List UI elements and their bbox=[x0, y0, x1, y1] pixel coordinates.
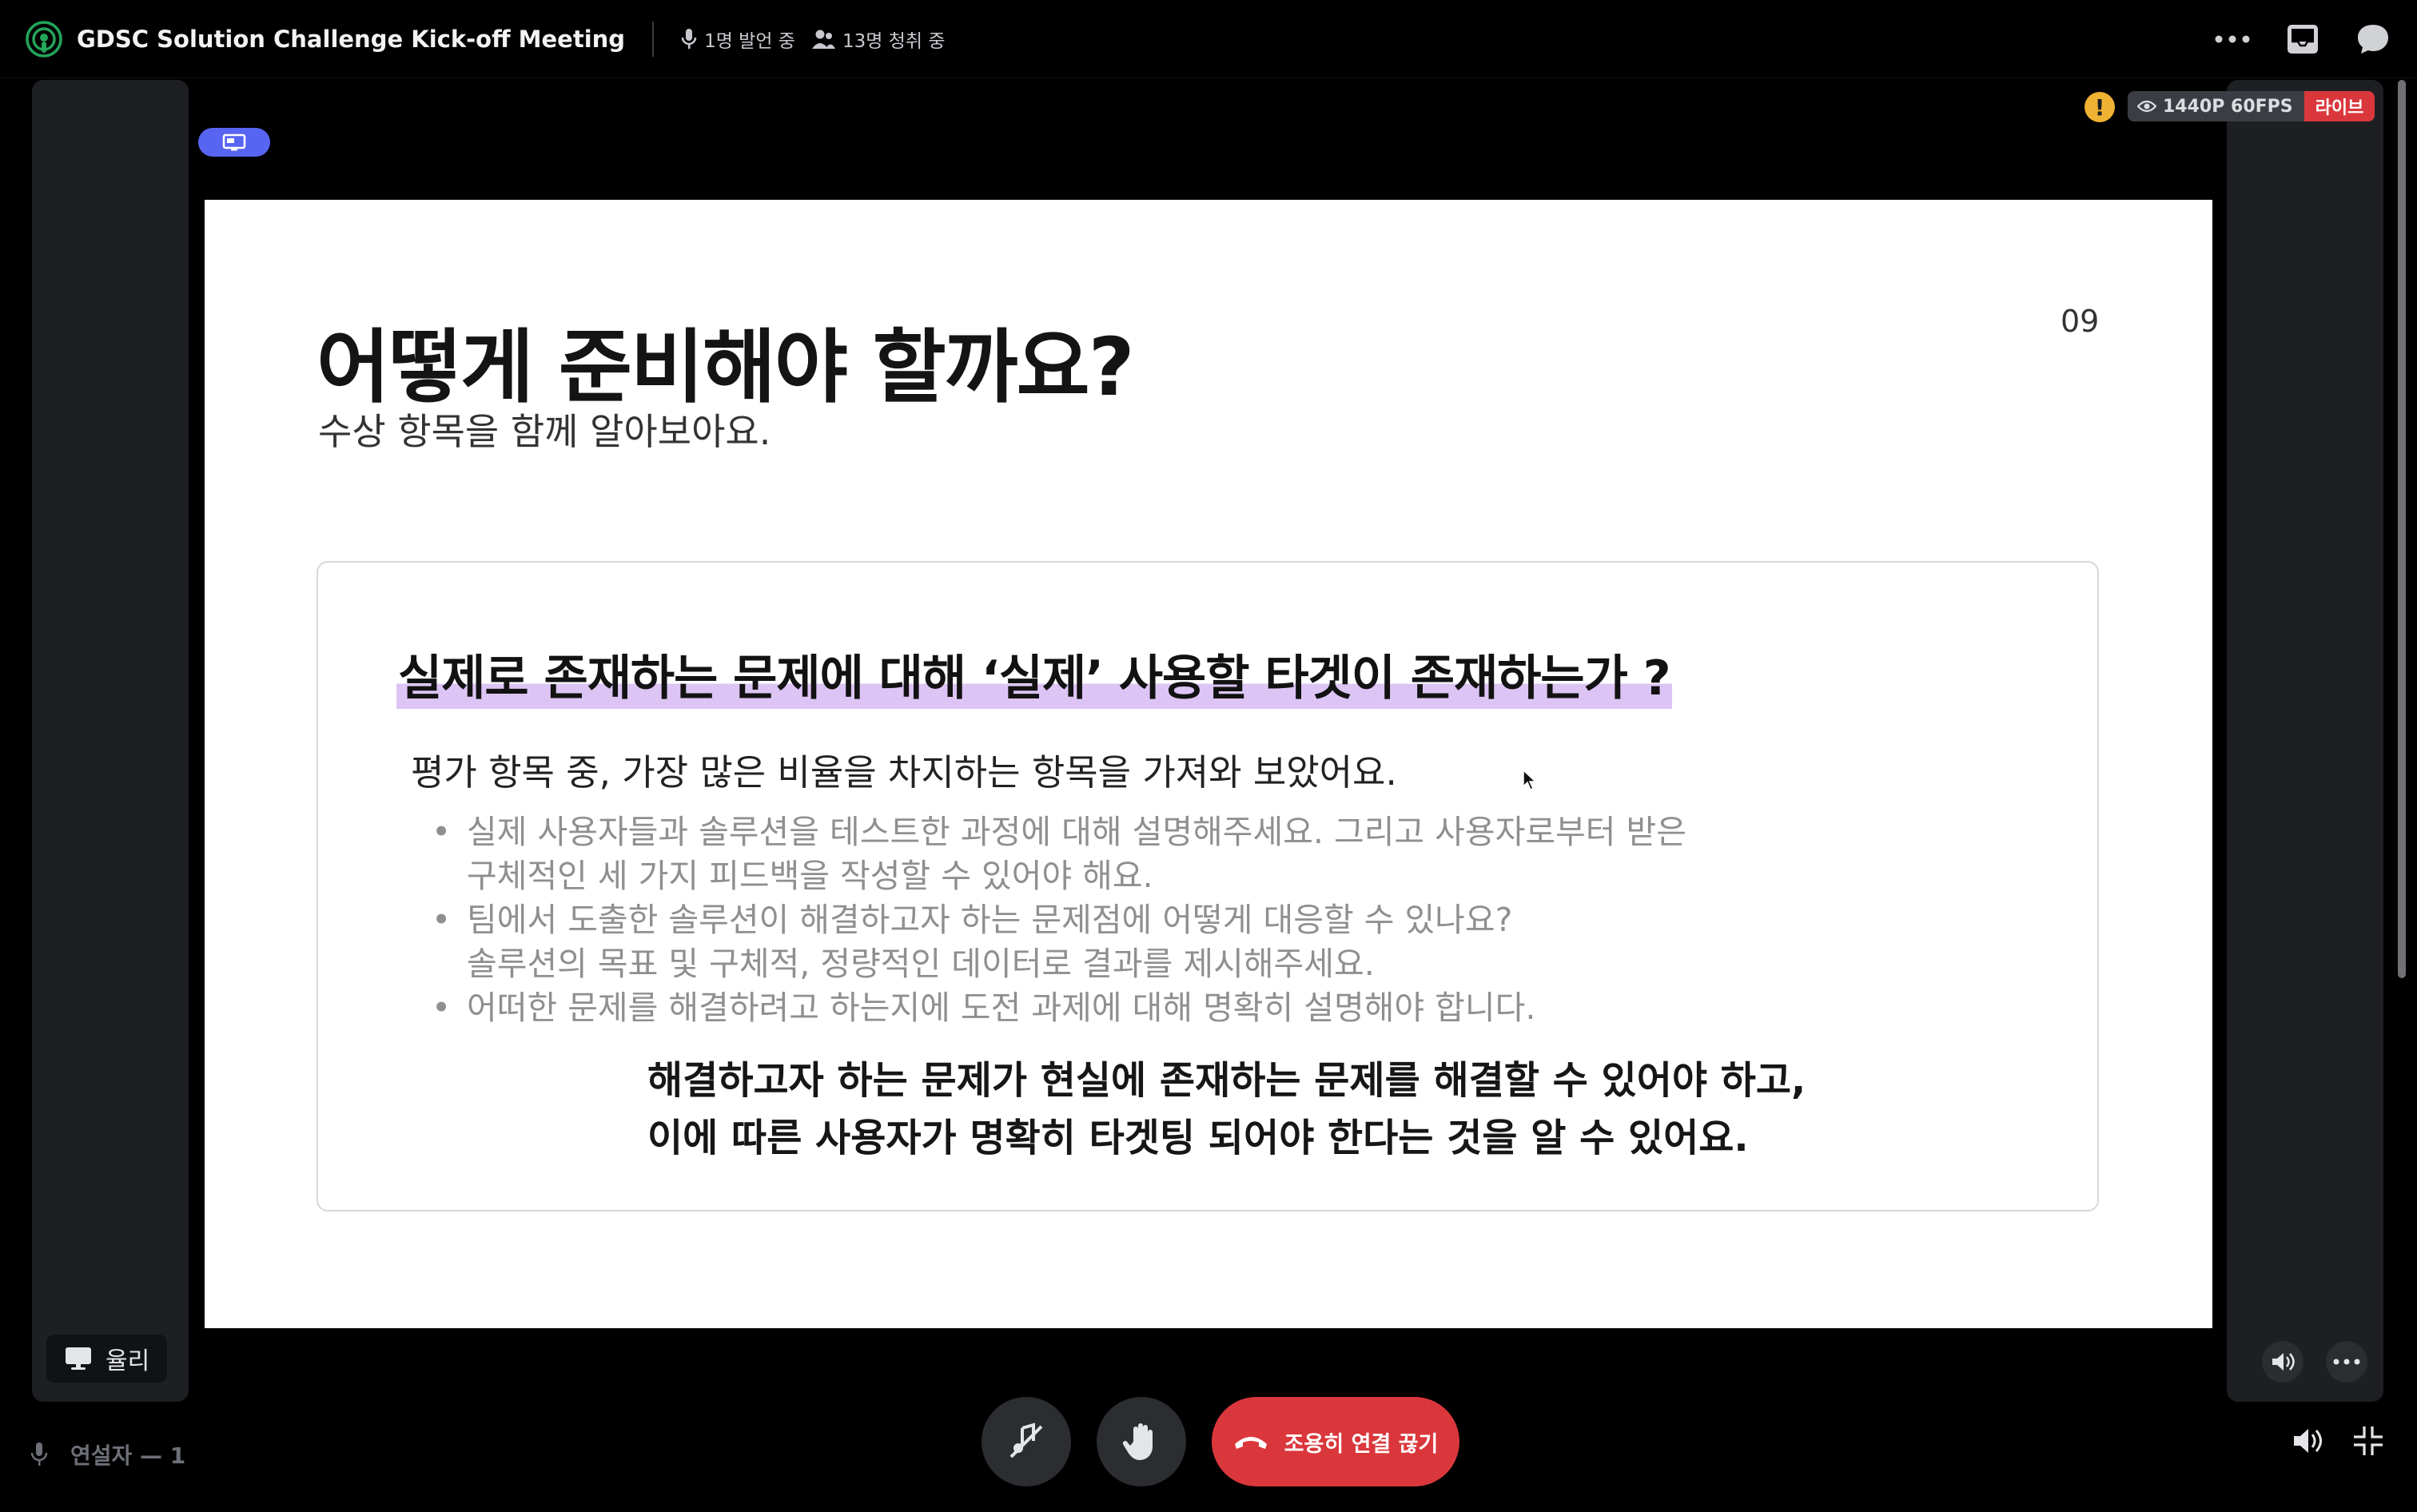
stream-more-button[interactable] bbox=[2326, 1341, 2367, 1383]
leave-quietly-button[interactable]: 조용히 연결 끊기 bbox=[1212, 1397, 1459, 1486]
microphone-icon bbox=[681, 28, 697, 49]
conclusion-text: 해결하고자 하는 문제가 현실에 존재하는 문제를 해결할 수 있어야 하고, … bbox=[647, 1052, 1806, 1167]
highlighted-question: 실제로 존재하는 문제에 대해 ‘실제’ 사용할 타겟이 존재하는가 ? bbox=[396, 639, 1672, 709]
criteria-item: 어떠한 문제를 해결하려고 하는지에 도전 과제에 대해 명확히 설명해야 합니… bbox=[432, 986, 1686, 1030]
slide-title: 어떻게 준비해야 할까요? bbox=[317, 320, 1135, 414]
live-badge: 라이브 bbox=[2304, 91, 2375, 121]
criteria-item: 실제 사용자들과 솔루션을 테스트한 과정에 대해 설명해주세요. 그리고 사용… bbox=[432, 810, 1686, 898]
criteria-list: 실제 사용자들과 솔루션을 테스트한 과정에 대해 설명해주세요. 그리고 사용… bbox=[432, 810, 1686, 1030]
microphone-icon bbox=[30, 1442, 48, 1466]
conclusion-line: 이에 따른 사용자가 명확히 타겟팅 되어야 한다는 것을 알 수 있어요. bbox=[647, 1116, 1749, 1160]
conclusion-line: 해결하고자 하는 문제가 현실에 존재하는 문제를 해결할 수 있어야 하고, bbox=[647, 1058, 1806, 1103]
stage-icon bbox=[26, 20, 62, 58]
more-icon bbox=[2333, 1359, 2360, 1365]
divider bbox=[652, 21, 655, 57]
inbox-icon[interactable] bbox=[2283, 19, 2323, 59]
speaker-icon bbox=[2272, 1353, 2295, 1371]
leave-label: 조용히 연결 끊기 bbox=[1284, 1431, 1439, 1457]
bottom-right-controls bbox=[2288, 1421, 2388, 1461]
screen-share-icon bbox=[198, 128, 270, 157]
raise-hand-icon bbox=[1122, 1423, 1153, 1460]
listening-stat: 13명 청취 중 bbox=[811, 26, 946, 53]
more-icon[interactable] bbox=[2212, 19, 2252, 59]
streamer-name-tag[interactable]: 율리 bbox=[46, 1335, 168, 1383]
cursor-icon bbox=[1523, 769, 1537, 791]
content-card: 실제로 존재하는 문제에 대해 ‘실제’ 사용할 타겟이 존재하는가 ? 평가 … bbox=[317, 561, 2099, 1212]
minimize-icon[interactable] bbox=[2348, 1421, 2388, 1461]
slide-subtitle: 수상 항목을 함께 알아보아요. bbox=[318, 410, 771, 453]
listening-count: 13명 청취 중 bbox=[842, 30, 946, 52]
mute-button[interactable] bbox=[982, 1397, 1071, 1486]
slide-page-number: 09 bbox=[2061, 304, 2100, 339]
participant-tile-left[interactable] bbox=[32, 80, 189, 1402]
participant-tile-right[interactable] bbox=[2227, 80, 2383, 1402]
stream-quality-badge: 1440P 60FPS 라이브 bbox=[2128, 91, 2375, 121]
chat-icon[interactable] bbox=[2353, 19, 2393, 59]
top-bar: GDSC Solution Challenge Kick-off Meeting… bbox=[0, 0, 2417, 78]
volume-icon[interactable] bbox=[2288, 1421, 2327, 1461]
channel-title: GDSC Solution Challenge Kick-off Meeting bbox=[77, 25, 626, 53]
top-right-actions bbox=[2212, 19, 2393, 59]
mic-off-icon bbox=[1009, 1422, 1043, 1458]
warning-icon[interactable]: ! bbox=[2085, 92, 2115, 122]
quality-label: 1440P 60FPS bbox=[2163, 96, 2293, 117]
streamer-name: 율리 bbox=[106, 1347, 150, 1375]
speaking-count: 1명 발언 중 bbox=[704, 30, 795, 52]
stream-volume-button[interactable] bbox=[2262, 1341, 2304, 1383]
speaking-stat: 1명 발언 중 bbox=[681, 26, 795, 53]
raise-hand-button[interactable] bbox=[1097, 1397, 1186, 1486]
card-lead-text: 평가 항목 중, 가장 많은 비율을 차지하는 항목을 가져와 보았어요. bbox=[411, 751, 1397, 794]
speaker-list-header[interactable]: 연설자 — 1 bbox=[30, 1438, 185, 1470]
presentation-slide: 어떻게 준비해야 할까요? 수상 항목을 함께 알아보아요. 09 실제로 존재… bbox=[205, 200, 2212, 1328]
monitor-icon bbox=[66, 1347, 91, 1370]
phone-hangup-icon bbox=[1234, 1437, 1267, 1449]
scrollbar[interactable] bbox=[2398, 80, 2406, 978]
listeners-icon bbox=[811, 30, 835, 49]
speakers-label: 연설자 — 1 bbox=[70, 1442, 186, 1469]
eye-icon bbox=[2137, 100, 2156, 113]
criteria-item: 팀에서 도출한 솔루션이 해결하고자 하는 문제점에 어떻게 대응할 수 있나요… bbox=[432, 898, 1686, 986]
